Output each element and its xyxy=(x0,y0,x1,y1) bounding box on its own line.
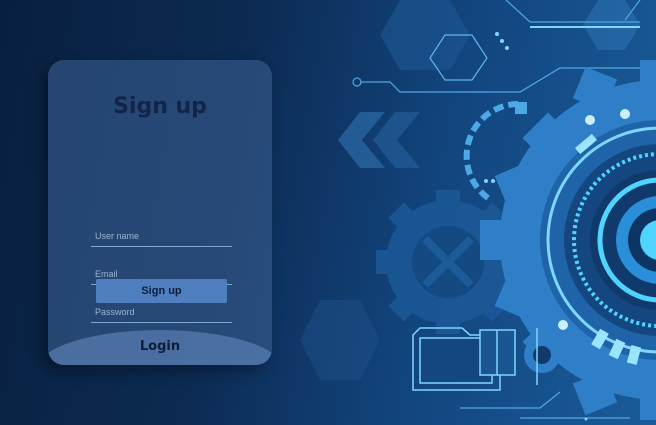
folder-icon xyxy=(412,327,516,391)
signup-button[interactable]: Sign up xyxy=(96,279,227,303)
chevron-arrows xyxy=(338,112,420,168)
signup-card: Sign up Sign up Login xyxy=(48,60,272,365)
login-link[interactable]: Login xyxy=(48,339,272,354)
password-input[interactable] xyxy=(91,301,232,323)
username-input[interactable] xyxy=(91,225,232,247)
signup-title: Sign up xyxy=(113,94,207,119)
arc-marker xyxy=(515,102,527,114)
